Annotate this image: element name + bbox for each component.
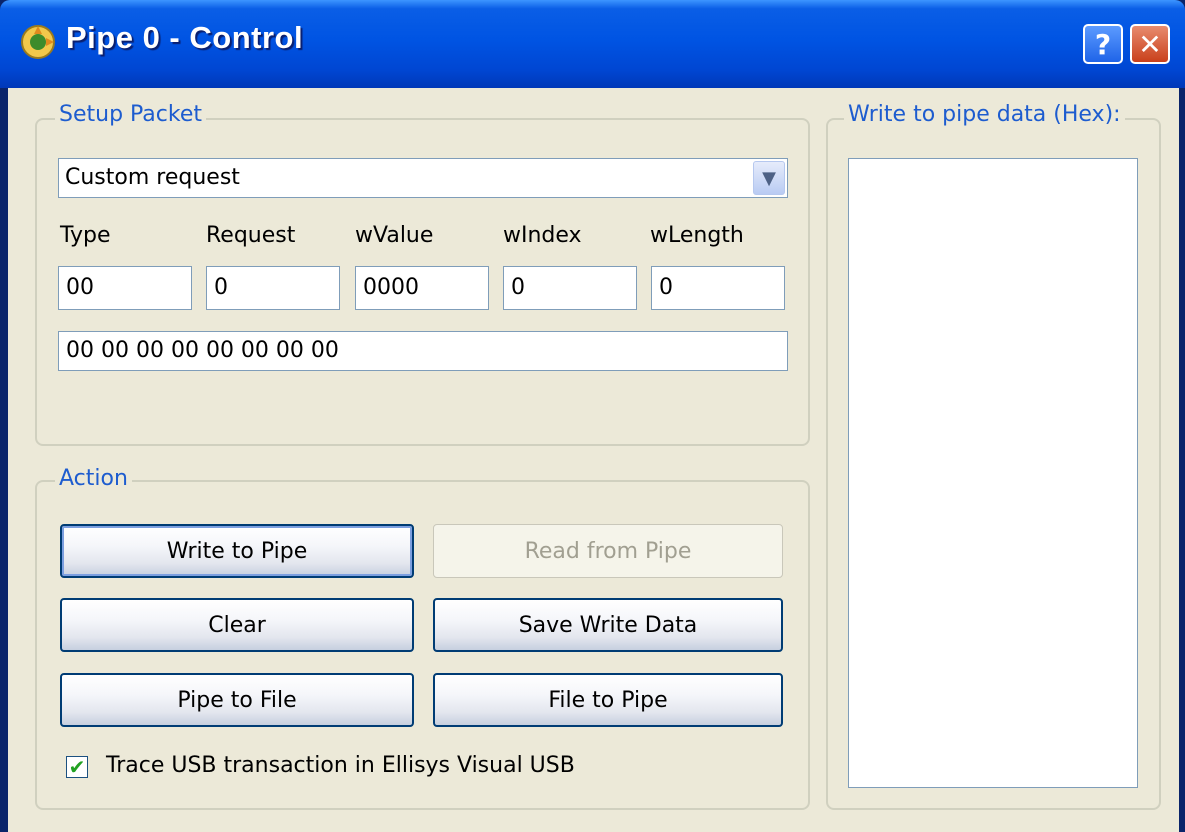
trace-usb-label[interactable]: Trace USB transaction in Ellisys Visual … bbox=[106, 753, 575, 778]
read-from-pipe-button[interactable]: Read from Pipe bbox=[433, 524, 783, 578]
help-button[interactable]: ? bbox=[1083, 24, 1123, 64]
write-data-textarea[interactable] bbox=[848, 158, 1138, 788]
wlength-label: wLength bbox=[650, 223, 744, 248]
save-write-data-button[interactable]: Save Write Data bbox=[433, 598, 783, 652]
window-title: Pipe 0 - Control bbox=[66, 20, 304, 55]
title-bar[interactable]: Pipe 0 - Control ? ✕ bbox=[0, 0, 1185, 88]
write-data-label: Write to pipe data (Hex): bbox=[844, 102, 1125, 127]
dialog-body: Setup Packet Custom request ▼ Type Reque… bbox=[8, 88, 1179, 832]
windex-label: wIndex bbox=[503, 223, 582, 248]
dialog-window: Pipe 0 - Control ? ✕ Setup Packet Custom… bbox=[0, 0, 1185, 832]
pipe-to-file-button[interactable]: Pipe to File bbox=[60, 673, 414, 727]
write-to-pipe-button[interactable]: Write to Pipe bbox=[60, 524, 414, 578]
wvalue-label: wValue bbox=[355, 223, 434, 248]
clear-button[interactable]: Clear bbox=[60, 598, 414, 652]
request-select-value: Custom request bbox=[65, 165, 240, 190]
type-label: Type bbox=[60, 223, 111, 248]
setup-packet-label: Setup Packet bbox=[55, 102, 206, 127]
chevron-down-icon[interactable]: ▼ bbox=[753, 161, 785, 195]
request-field[interactable]: 0 bbox=[206, 266, 340, 310]
type-field[interactable]: 00 bbox=[58, 266, 192, 310]
wlength-field[interactable]: 0 bbox=[651, 266, 785, 310]
windex-field[interactable]: 0 bbox=[503, 266, 637, 310]
wvalue-field[interactable]: 0000 bbox=[355, 266, 489, 310]
request-label: Request bbox=[206, 223, 296, 248]
raw-bytes-field[interactable]: 00 00 00 00 00 00 00 00 bbox=[58, 331, 788, 371]
file-to-pipe-button[interactable]: File to Pipe bbox=[433, 673, 783, 727]
close-button[interactable]: ✕ bbox=[1130, 24, 1170, 64]
trace-usb-checkbox[interactable]: ✔ bbox=[66, 756, 88, 778]
action-label: Action bbox=[55, 466, 132, 491]
app-icon bbox=[21, 25, 55, 59]
request-select[interactable]: Custom request ▼ bbox=[58, 158, 788, 198]
